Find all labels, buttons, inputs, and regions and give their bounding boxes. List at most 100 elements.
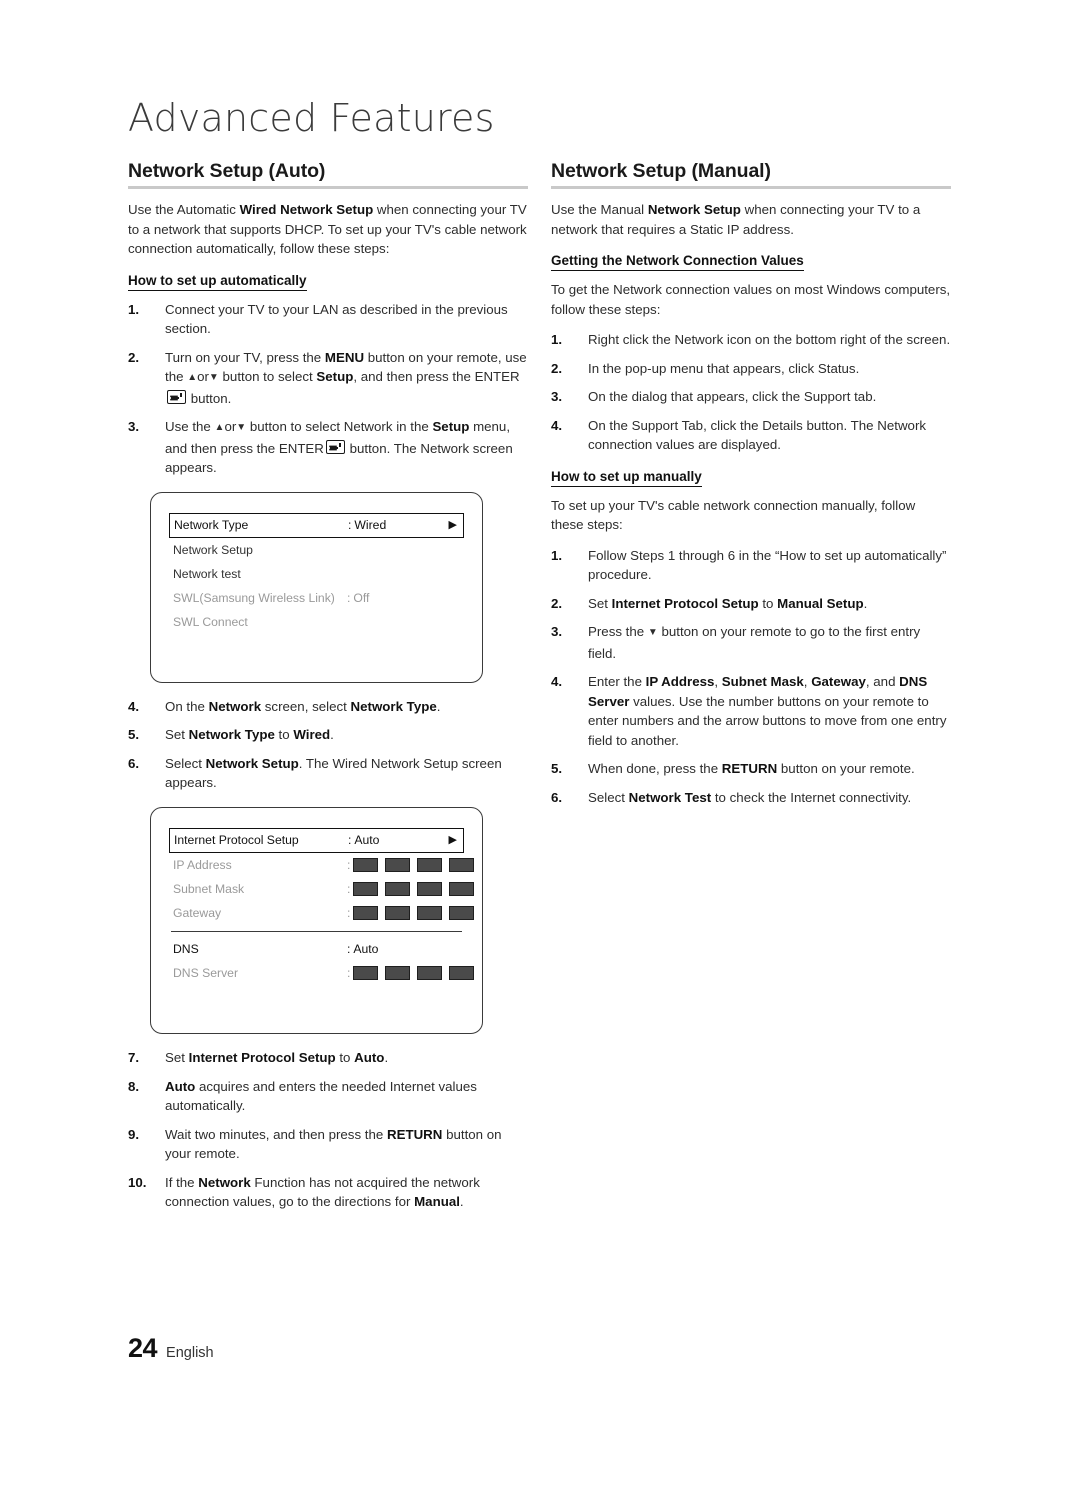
step-text: On the Network screen, select Network Ty…	[165, 698, 441, 714]
list-item: 8. Auto acquires and enters the needed I…	[128, 1077, 528, 1116]
list-item: 2. Set Internet Protocol Setup to Manual…	[551, 594, 951, 614]
step-number: 2.	[551, 360, 563, 376]
osd-colon: :	[347, 905, 351, 920]
osd-label: Internet Protocol Setup	[174, 833, 299, 848]
step-text: Select Network Setup. The Wired Network …	[165, 755, 502, 791]
step-text: If the Network Function has not acquired…	[165, 1174, 480, 1210]
list-item: 5. Set Network Type to Wired.	[128, 725, 528, 745]
osd-value: :	[347, 857, 475, 873]
osd-network-menu: Network Type : Wired ▶ Network Setup Net…	[150, 491, 483, 683]
left-column: Network Setup (Auto) Use the Automatic W…	[128, 160, 528, 1212]
osd-colon: :	[347, 942, 351, 957]
list-item: 6. Select Network Test to check the Inte…	[551, 788, 951, 808]
subheading-how-to-manual: How to set up manually	[551, 468, 702, 487]
list-item: 1. Right click the Network icon on the b…	[551, 330, 951, 350]
step-number: 3.	[551, 389, 563, 405]
osd-empty-space	[169, 985, 464, 1011]
step-number: 5.	[551, 761, 563, 777]
osd-row-subnet-mask[interactable]: Subnet Mask :	[169, 877, 475, 901]
osd-label: Network Type	[174, 518, 249, 533]
octet-field[interactable]	[449, 905, 475, 920]
subheading-manual-wrap: How to set up manually	[551, 468, 951, 496]
osd-value-text: Off	[353, 590, 370, 605]
osd-value: : Auto	[347, 941, 460, 957]
octet-field[interactable]	[385, 857, 411, 872]
osd-row-swl-connect[interactable]: SWL Connect	[169, 610, 464, 634]
osd-row-swl[interactable]: SWL(Samsung Wireless Link) : Off	[169, 586, 464, 610]
page-footer: 24 English	[128, 1333, 214, 1364]
octet-group	[353, 881, 475, 896]
list-item: 7. Set Internet Protocol Setup to Auto.	[128, 1048, 528, 1068]
octet-group	[353, 966, 475, 981]
step-text: Wait two minutes, and then press the RET…	[165, 1126, 502, 1162]
osd-colon: :	[347, 590, 351, 605]
osd-colon: :	[347, 881, 351, 896]
arrow-down-icon	[236, 419, 246, 434]
octet-field[interactable]	[417, 881, 443, 896]
step-text: Auto acquires and enters the needed Inte…	[165, 1078, 477, 1114]
step-text: On the dialog that appears, click the Su…	[588, 389, 877, 405]
step-text: Set Internet Protocol Setup to Manual Se…	[588, 595, 868, 611]
octet-field[interactable]	[417, 857, 443, 872]
step-text: Connect your TV to your LAN as described…	[165, 301, 508, 337]
octet-field[interactable]	[353, 857, 379, 872]
octet-field[interactable]	[353, 905, 379, 920]
caret-right-icon: ▶	[448, 519, 457, 532]
list-item: 2. In the pop-up menu that appears, clic…	[551, 359, 951, 379]
step-number: 6.	[551, 789, 563, 805]
octet-field[interactable]	[385, 881, 411, 896]
osd-colon: :	[347, 857, 351, 872]
list-item: 1. Follow Steps 1 through 6 in the “How …	[551, 546, 951, 585]
osd-divider	[171, 930, 462, 933]
osd-row-network-setup[interactable]: Network Setup	[169, 538, 464, 562]
page-number: 24	[128, 1333, 158, 1363]
octet-field[interactable]	[417, 905, 443, 920]
step-text: Set Network Type to Wired.	[165, 727, 334, 743]
osd-row-dns[interactable]: DNS : Auto	[169, 937, 464, 961]
osd-colon: :	[348, 518, 352, 533]
octet-field[interactable]	[353, 881, 379, 896]
step-text: Use the or button to select Network in t…	[165, 419, 513, 475]
octet-field[interactable]	[417, 966, 443, 981]
octet-field[interactable]	[385, 905, 411, 920]
list-item: 5. When done, press the RETURN button on…	[551, 759, 951, 779]
step-text: Turn on your TV, press the MENU button o…	[165, 350, 527, 406]
osd-row-gateway[interactable]: Gateway :	[169, 901, 475, 925]
step-text: Follow Steps 1 through 6 in the “How to …	[588, 547, 947, 583]
octet-group	[353, 857, 475, 872]
section-heading-auto: Network Setup (Auto)	[128, 160, 326, 182]
osd-row-network-type[interactable]: Network Type : Wired ▶	[169, 512, 464, 538]
left-steps-7-10: 7. Set Internet Protocol Setup to Auto. …	[128, 1048, 528, 1212]
octet-field[interactable]	[449, 881, 475, 896]
octet-field[interactable]	[385, 966, 411, 981]
octet-field[interactable]	[449, 857, 475, 872]
step-number: 3.	[551, 624, 563, 640]
octet-field[interactable]	[449, 966, 475, 981]
left-intro-paragraph: Use the Automatic Wired Network Setup wh…	[128, 200, 528, 259]
osd-colon: :	[347, 966, 351, 981]
osd-empty-space	[169, 634, 464, 660]
list-item: 4. On the Support Tab, click the Details…	[551, 416, 951, 455]
osd-row-dns-server[interactable]: DNS Server :	[169, 961, 475, 985]
step-number: 10.	[128, 1174, 147, 1190]
step-number: 5.	[128, 727, 140, 743]
osd-label: SWL(Samsung Wireless Link)	[173, 590, 335, 605]
osd-row-internet-protocol-setup[interactable]: Internet Protocol Setup : Auto ▶	[169, 827, 464, 853]
list-item: 1. Connect your TV to your LAN as descri…	[128, 300, 528, 339]
osd-label: Network Setup	[173, 542, 253, 557]
enter-key-icon	[325, 439, 345, 454]
step-number: 6.	[128, 755, 140, 771]
arrow-up-icon	[187, 369, 197, 384]
list-item: 3. Press the button on your remote to go…	[551, 622, 951, 663]
section-rule-auto	[128, 186, 528, 190]
osd-row-network-test[interactable]: Network test	[169, 562, 464, 586]
octet-field[interactable]	[353, 966, 379, 981]
section-rule-manual	[551, 186, 951, 190]
osd-row-ip-address[interactable]: IP Address :	[169, 853, 475, 877]
left-steps-1-3: 1. Connect your TV to your LAN as descri…	[128, 300, 528, 478]
osd-value: :	[347, 881, 475, 897]
subheading-getting-values: Getting the Network Connection Values	[551, 252, 804, 272]
step-text: Set Internet Protocol Setup to Auto.	[165, 1050, 389, 1066]
list-item: 3. On the dialog that appears, click the…	[551, 387, 951, 407]
step-number: 3.	[128, 419, 140, 435]
